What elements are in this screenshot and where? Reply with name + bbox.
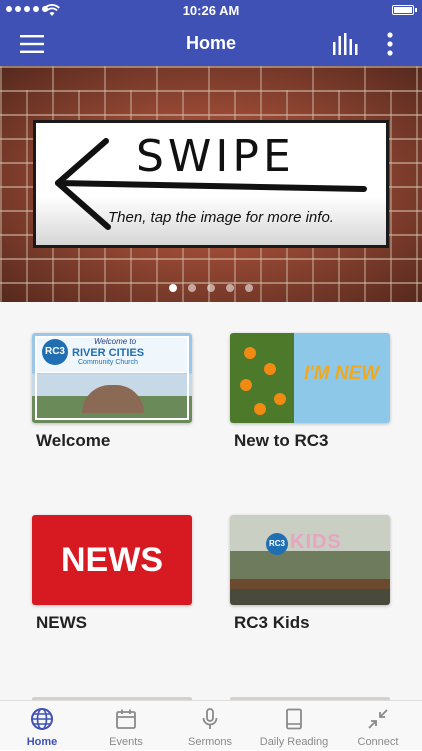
tab-label: Connect — [357, 736, 399, 748]
page-dot[interactable] — [207, 284, 215, 292]
sign-word: SWIPE — [136, 131, 295, 182]
tile-label: RC3 Kids — [234, 613, 310, 632]
page-title: Home — [185, 33, 236, 53]
tab-label: Daily Reading — [259, 736, 329, 748]
page-dot[interactable] — [169, 284, 177, 292]
tile-new-to-rc3[interactable]: I'M NEW New to RC3 — [230, 333, 392, 451]
page-dot[interactable] — [188, 284, 196, 292]
tile-welcome[interactable]: RC3 Welcome to RIVER CITIES Community Ch… — [32, 333, 194, 451]
page-dot[interactable] — [226, 284, 234, 292]
app-bar: Home — [0, 22, 422, 66]
tile-news[interactable]: NEWS NEWS — [32, 515, 194, 633]
tile-rc3-kids[interactable]: RC3 KIDS RC3 Kids — [230, 515, 392, 633]
audio-bars-icon[interactable] — [332, 32, 358, 56]
sign-subtitle: Then, tap the image for more info. — [108, 209, 334, 226]
more-options-icon[interactable] — [380, 31, 400, 57]
hero-carousel[interactable]: SWIPE Then, tap the image for more info. — [0, 66, 422, 302]
new-to-rc3-image: I'M NEW — [230, 333, 390, 423]
battery-icon — [392, 5, 417, 15]
tab-daily-reading[interactable]: Daily Reading — [252, 701, 336, 751]
tab-events[interactable]: Events — [84, 701, 168, 751]
tile-label: New to RC3 — [234, 431, 329, 450]
tab-label: Home — [26, 736, 58, 748]
tile-label: Welcome — [36, 431, 111, 450]
tab-home[interactable]: Home — [0, 701, 84, 751]
tab-connect[interactable]: Connect — [336, 701, 420, 751]
tab-label: Events — [109, 736, 143, 748]
calendar-icon — [116, 709, 136, 729]
page-dot[interactable] — [245, 284, 253, 292]
carousel-pagination[interactable] — [0, 284, 422, 292]
globe-icon — [31, 708, 53, 730]
connect-icon — [368, 709, 388, 729]
swipe-sign: SWIPE Then, tap the image for more info. — [33, 120, 389, 248]
book-icon — [286, 708, 302, 730]
welcome-image: RC3 Welcome to RIVER CITIES Community Ch… — [32, 333, 192, 423]
news-image: NEWS — [32, 515, 192, 605]
tab-label: Sermons — [187, 736, 233, 748]
tab-sermons[interactable]: Sermons — [168, 701, 252, 751]
tile-grid: RC3 Welcome to RIVER CITIES Community Ch… — [0, 302, 422, 703]
status-bar: 10:26 AM — [0, 0, 422, 22]
tile-label: NEWS — [36, 613, 87, 632]
bottom-tab-bar: Home Events Sermons Daily Reading Connec… — [0, 700, 422, 750]
rc3-kids-image: RC3 KIDS — [230, 515, 390, 605]
microphone-icon — [202, 708, 218, 729]
status-time: 10:26 AM — [182, 3, 240, 18]
